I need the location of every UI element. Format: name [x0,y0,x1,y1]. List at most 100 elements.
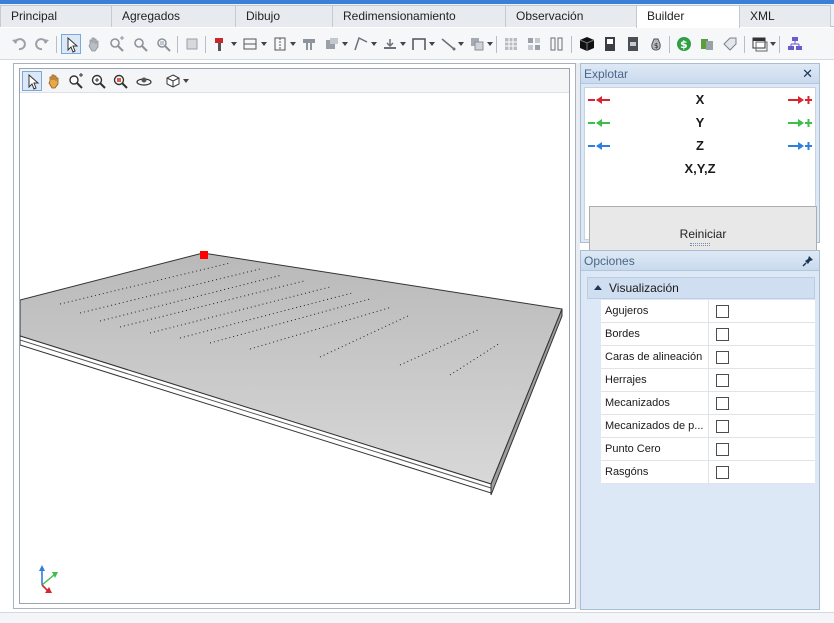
viewport-zoom-in-button[interactable] [88,71,108,91]
option-checkbox-caras[interactable] [716,351,729,364]
cube-button[interactable] [577,34,597,54]
frame-button[interactable] [270,34,290,54]
columns-icon [550,37,563,51]
option-checkbox-herrajes[interactable] [716,374,729,387]
zoom-icon [69,73,83,89]
pattern-icon [528,38,540,50]
option-label: Bordes [605,323,709,345]
viewport-select-button[interactable] [22,71,42,91]
viewport-view-cube-button[interactable] [163,71,183,91]
bracket-button[interactable] [409,34,429,54]
money-bag-button[interactable]: $ [646,34,666,54]
options-panel-title: Opciones [584,254,635,268]
zoom-button[interactable] [107,34,127,54]
axis-row-xyz[interactable]: X,Y,Z [585,158,815,180]
chevron-down-icon[interactable] [290,42,296,46]
cabinet-button[interactable] [600,34,620,54]
dimension-button[interactable] [380,34,400,54]
option-label: Herrajes [605,369,709,391]
box-button[interactable] [623,34,643,54]
option-value [713,300,815,322]
tab-observacion[interactable]: Observación [505,5,637,27]
chevron-down-icon[interactable] [770,42,776,46]
dollar-icon: $ [677,37,691,51]
chevron-down-icon[interactable] [231,42,237,46]
tree-button[interactable] [785,34,805,54]
tab-dibujo[interactable]: Dibujo [235,5,333,27]
cut-button[interactable] [182,34,202,54]
panel-layout-button[interactable] [240,34,260,54]
tab-xml[interactable]: XML [739,5,831,27]
hardware-button[interactable] [299,34,319,54]
pattern-button[interactable] [524,34,544,54]
color-button[interactable] [697,34,717,54]
chevron-down-icon[interactable] [261,42,267,46]
chevron-down-icon[interactable] [342,42,348,46]
zero-point-marker[interactable] [200,251,208,259]
option-label: Mecanizados [605,392,709,414]
splitter-grip[interactable] [690,243,710,246]
option-row-rasgons: Rasgóns [601,461,815,484]
viewport-zoom-window-button[interactable] [110,71,130,91]
tab-label: XML [750,9,775,23]
panel-board[interactable] [20,252,563,496]
option-row-mecanizados: Mecanizados [601,392,815,415]
columns-button[interactable] [547,34,567,54]
undo-button[interactable] [9,34,29,54]
group-visualizacion[interactable]: Visualización [587,277,815,299]
chevron-down-icon[interactable] [400,42,406,46]
tool-button[interactable] [210,34,230,54]
viewport-zoom-button[interactable] [66,71,86,91]
line-icon [441,38,456,51]
main-toolbar: $ $ [0,28,834,60]
copy-button[interactable] [467,34,487,54]
chevron-down-icon[interactable] [371,42,377,46]
zoom-extents-button[interactable] [153,34,173,54]
chevron-down-icon[interactable] [487,42,493,46]
option-checkbox-bordes[interactable] [716,328,729,341]
tab-builder[interactable]: Builder [636,5,740,28]
zoom-window-button[interactable] [130,34,150,54]
viewport-pan-button[interactable] [44,71,64,91]
viewport-orbit-button[interactable] [134,71,154,91]
option-value [713,369,815,391]
option-checkbox-punto-cero[interactable] [716,443,729,456]
tag-button[interactable] [720,34,740,54]
arrow-right-icon[interactable] [788,140,812,152]
option-checkbox-mecanizados-p[interactable] [716,420,729,433]
arrow-right-icon[interactable] [788,117,812,129]
redo-button[interactable] [32,34,52,54]
chevron-down-icon[interactable] [183,79,189,83]
select-button[interactable] [61,34,81,54]
option-row-herrajes: Herrajes [601,369,815,392]
explode-panel-header: Explotar ✕ [581,64,819,84]
chevron-up-icon[interactable] [594,285,602,290]
pin-icon[interactable] [802,255,814,267]
option-value [713,323,815,345]
option-checkbox-agujeros[interactable] [716,305,729,318]
option-checkbox-mecanizados[interactable] [716,397,729,410]
stack-button[interactable] [322,34,342,54]
grid-button[interactable] [501,34,521,54]
option-checkbox-rasgons[interactable] [716,466,729,479]
chevron-down-icon[interactable] [458,42,464,46]
pan-button[interactable] [84,34,104,54]
dollar-button[interactable]: $ [674,34,694,54]
svg-text:$: $ [680,38,688,51]
3d-viewport[interactable] [19,68,570,604]
cube-icon [579,37,595,51]
tab-agregados[interactable]: Agregados [111,5,236,27]
zoom-icon [110,36,124,52]
cabinet-icon [605,37,615,51]
copy-icon [471,38,484,51]
tab-principal[interactable]: Principal [0,5,112,27]
tab-redimensionamiento[interactable]: Redimensionamiento [332,5,506,27]
3d-scene[interactable] [20,93,569,603]
window-button[interactable] [750,34,770,54]
measure-button[interactable] [351,34,371,54]
close-icon[interactable]: ✕ [802,64,813,84]
arrow-right-icon[interactable] [788,94,812,106]
chevron-down-icon[interactable] [429,42,435,46]
hardware-icon [303,39,315,50]
line-button[interactable] [438,34,458,54]
